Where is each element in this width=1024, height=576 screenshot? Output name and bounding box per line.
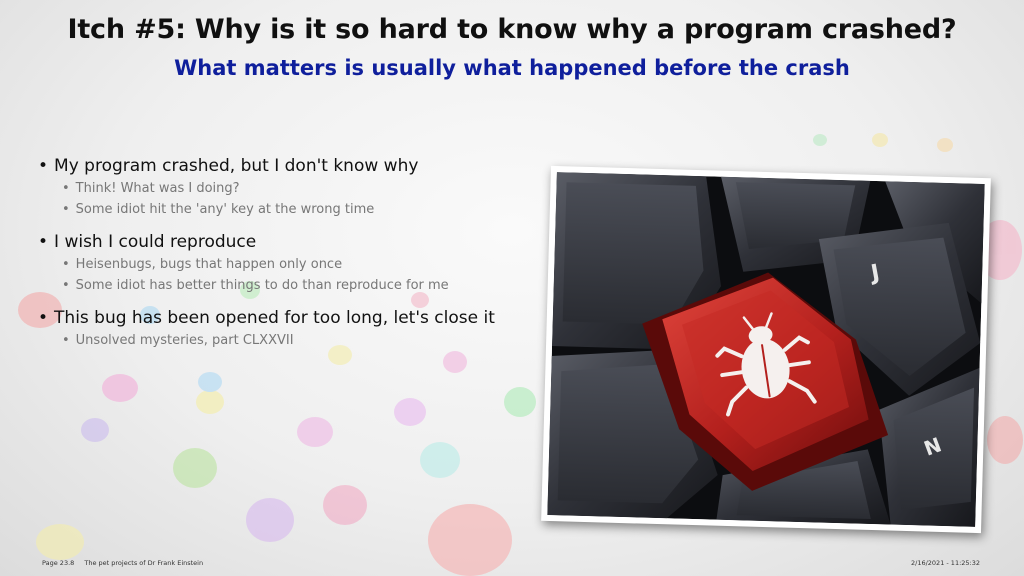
bullet-item: My program crashed, but I don't know why… <box>38 154 538 220</box>
footer-left: Page 23.8 The pet projects of Dr Frank E… <box>42 559 203 567</box>
keyboard-photo: J N <box>541 165 991 534</box>
sub-bullet-text: Some idiot hit the 'any' key at the wron… <box>38 199 538 220</box>
bullet-item: I wish I could reproduce Heisenbugs, bug… <box>38 230 538 296</box>
slide-title: Itch #5: Why is it so hard to know why a… <box>67 14 957 45</box>
sub-bullet-text: Heisenbugs, bugs that happen only once <box>38 254 538 275</box>
sub-bullet-text: Some idiot has better things to do than … <box>38 275 538 296</box>
bullet-item: This bug has been opened for too long, l… <box>38 306 538 351</box>
sub-bullet-text: Think! What was I doing? <box>38 178 538 199</box>
sub-bullet-text: Unsolved mysteries, part CLXXVII <box>38 330 538 351</box>
footer-datetime: 2/16/2021 - 11:25:32 <box>911 559 980 567</box>
bullet-text: This bug has been opened for too long, l… <box>38 306 538 330</box>
bullet-list: My program crashed, but I don't know why… <box>38 154 538 361</box>
slide-subtitle: What matters is usually what happened be… <box>174 56 850 80</box>
project-name: The pet projects of Dr Frank Einstein <box>84 559 204 567</box>
bullet-text: My program crashed, but I don't know why <box>38 154 538 178</box>
keyboard-illustration: J N <box>547 172 985 527</box>
page-number: Page 23.8 <box>42 559 75 567</box>
bullet-text: I wish I could reproduce <box>38 230 538 254</box>
